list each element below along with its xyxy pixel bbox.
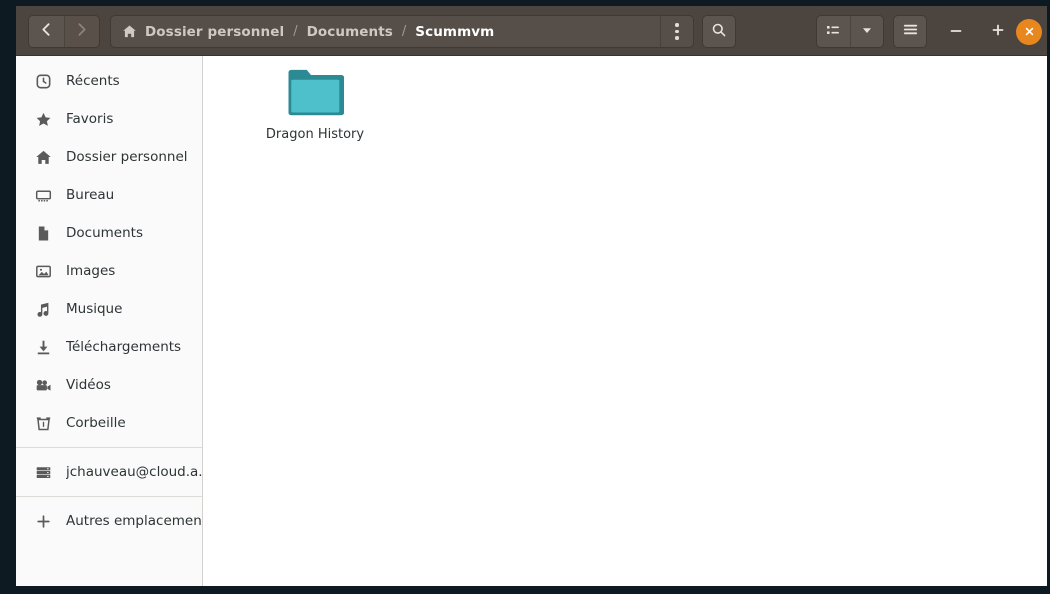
plus-icon — [34, 512, 52, 530]
sidebar-item-images[interactable]: Images — [16, 252, 202, 290]
file-item-folder[interactable]: Dragon History — [261, 66, 369, 142]
breadcrumb-label-home: Dossier personnel — [145, 23, 285, 40]
sidebar-label-videos: Vidéos — [66, 377, 111, 393]
breadcrumb-item-home[interactable]: Dossier personnel — [122, 24, 284, 40]
forward-button[interactable] — [63, 16, 99, 47]
view-mode-group — [816, 15, 884, 48]
sidebar-item-documents[interactable]: Documents — [16, 214, 202, 252]
close-icon — [1023, 23, 1036, 42]
home-icon — [122, 24, 137, 39]
plus-icon — [990, 22, 1006, 42]
home-icon — [34, 148, 52, 166]
sidebar-label-music: Musique — [66, 301, 123, 317]
chevron-right-icon — [73, 21, 90, 42]
sidebar-label-network-server: jchauveau@cloud.a... — [66, 464, 202, 480]
main-menu-button[interactable] — [893, 15, 927, 48]
document-icon — [34, 224, 52, 242]
trash-icon — [34, 414, 52, 432]
sidebar-label-favorites: Favoris — [66, 111, 114, 127]
breadcrumb-item-current[interactable]: Scummvm — [415, 24, 494, 40]
back-button[interactable] — [29, 16, 64, 47]
sidebar-label-trash: Corbeille — [66, 415, 126, 431]
window-inner: Dossier personnel / Documents / Scummvm — [16, 6, 1047, 586]
sidebar-separator-2 — [16, 496, 202, 497]
sidebar-item-recents[interactable]: Récents — [16, 62, 202, 100]
breadcrumb: Dossier personnel / Documents / Scummvm — [122, 16, 692, 47]
chevron-left-icon — [38, 21, 55, 42]
sidebar-item-downloads[interactable]: Téléchargements — [16, 328, 202, 366]
list-view-icon — [825, 22, 841, 42]
server-icon — [34, 463, 52, 481]
sidebar-separator-1 — [16, 447, 202, 448]
star-icon — [34, 110, 52, 128]
vertical-dots-icon — [675, 21, 679, 41]
sidebar-item-favorites[interactable]: Favoris — [16, 100, 202, 138]
sidebar-label-desktop: Bureau — [66, 187, 115, 203]
list-view-button[interactable] — [817, 16, 850, 47]
breadcrumb-path-bar: Dossier personnel / Documents / Scummvm — [110, 15, 693, 48]
sidebar-label-other-locations: Autres emplacements — [66, 513, 202, 529]
sidebar-item-other-locations[interactable]: Autres emplacements — [16, 502, 202, 540]
search-button[interactable] — [702, 15, 736, 48]
path-options-button[interactable] — [660, 15, 694, 48]
sidebar-label-recents: Récents — [66, 73, 120, 89]
breadcrumb-label-documents: Documents — [306, 23, 393, 40]
file-manager-window: Dossier personnel / Documents / Scummvm — [0, 0, 1050, 594]
sidebar: Récents Favoris Dossier personnel Bureau — [16, 56, 203, 586]
content-area: Récents Favoris Dossier personnel Bureau — [16, 56, 1047, 586]
search-icon — [711, 22, 727, 42]
sidebar-item-home[interactable]: Dossier personnel — [16, 138, 202, 176]
sidebar-item-network-server[interactable]: jchauveau@cloud.a... — [16, 453, 202, 491]
video-camera-icon — [34, 376, 52, 394]
file-item-label: Dragon History — [265, 127, 365, 142]
hamburger-menu-icon — [902, 21, 919, 42]
music-note-icon — [34, 300, 52, 318]
desktop-icon — [34, 186, 52, 204]
breadcrumb-label-current: Scummvm — [415, 23, 495, 40]
sidebar-label-images: Images — [66, 263, 116, 279]
breadcrumb-separator-1: / — [293, 24, 298, 39]
sidebar-item-videos[interactable]: Vidéos — [16, 366, 202, 404]
minimize-button[interactable] — [942, 18, 970, 46]
sidebar-label-home: Dossier personnel — [66, 149, 188, 165]
file-list-area[interactable]: Dragon History — [203, 56, 1047, 586]
minimize-icon — [948, 22, 964, 42]
folder-icon — [286, 66, 345, 118]
breadcrumb-item-documents[interactable]: Documents — [307, 24, 393, 40]
clock-icon — [34, 72, 52, 90]
image-icon — [34, 262, 52, 280]
sidebar-item-music[interactable]: Musique — [16, 290, 202, 328]
close-button[interactable] — [1016, 19, 1042, 45]
breadcrumb-separator-2: / — [401, 24, 407, 39]
header-bar: Dossier personnel / Documents / Scummvm — [16, 6, 1047, 56]
chevron-down-icon — [860, 22, 874, 41]
download-icon — [34, 338, 52, 356]
sidebar-label-downloads: Téléchargements — [66, 339, 182, 355]
view-options-dropdown-button[interactable] — [849, 16, 884, 47]
navigation-button-group — [28, 15, 100, 48]
maximize-button[interactable] — [984, 18, 1012, 46]
sidebar-label-documents: Documents — [66, 225, 143, 241]
sidebar-item-desktop[interactable]: Bureau — [16, 176, 202, 214]
sidebar-item-trash[interactable]: Corbeille — [16, 404, 202, 442]
